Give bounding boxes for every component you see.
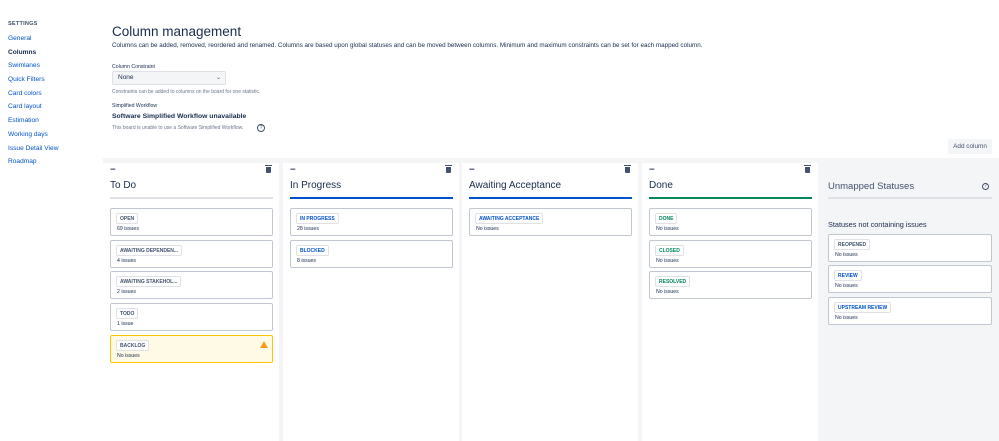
status-card-awaiting-stakeholder[interactable]: AWAITING STAKEHOL... 2 issues xyxy=(110,271,273,299)
unmapped-statuses-column: Unmapped Statuses ? Statuses not contain… xyxy=(820,163,996,441)
status-card-resolved[interactable]: RESOLVED No issues xyxy=(649,271,812,299)
column-status-bar xyxy=(469,197,632,199)
sidebar-item-card-layout[interactable]: Card layout xyxy=(8,100,98,114)
issue-count: No issues xyxy=(117,353,140,359)
drag-handle-icon[interactable]: ▪▪▪▪ xyxy=(649,167,654,173)
chevron-down-icon: ⌄ xyxy=(215,75,221,81)
constraint-help-text: Constraints can be added to columns on t… xyxy=(112,89,261,95)
issue-count: No issues xyxy=(656,226,679,232)
status-lozenge: REOPENED xyxy=(834,239,871,250)
issue-count: No issues xyxy=(835,315,858,321)
issue-count: No issues xyxy=(476,226,499,232)
status-card-done[interactable]: DONE No issues xyxy=(649,208,812,236)
column-constraint-label: Column Constraint xyxy=(112,64,155,70)
trash-icon[interactable] xyxy=(804,165,811,173)
status-card-backlog[interactable]: BACKLOG No issues xyxy=(110,335,273,363)
sidebar-item-general[interactable]: General xyxy=(8,32,98,46)
sidebar-item-estimation[interactable]: Estimation xyxy=(8,114,98,128)
column-in-progress[interactable]: ▪▪▪▪ In Progress IN PROGRESS 28 issues B… xyxy=(283,163,459,441)
simplified-workflow-title: Software Simplified Workflow unavailable xyxy=(112,113,247,120)
status-card-blocked[interactable]: BLOCKED 8 issues xyxy=(290,240,453,268)
column-status-bar xyxy=(828,197,992,199)
column-title[interactable]: To Do xyxy=(110,180,136,191)
drag-handle-icon[interactable]: ▪▪▪▪ xyxy=(469,167,474,173)
drag-handle-icon[interactable]: ▪▪▪▪ xyxy=(290,167,295,173)
status-lozenge: CLOSED xyxy=(655,245,684,256)
sidebar-item-columns[interactable]: Columns xyxy=(8,46,98,60)
trash-icon[interactable] xyxy=(445,165,452,173)
issue-count: No issues xyxy=(835,252,858,258)
status-lozenge: TODO xyxy=(116,308,139,319)
status-lozenge: RESOLVED xyxy=(655,276,691,287)
column-title[interactable]: In Progress xyxy=(290,180,341,191)
issue-count: No issues xyxy=(656,258,679,264)
status-card-upstream-review[interactable]: UPSTREAM REVIEW No issues xyxy=(828,297,992,325)
trash-icon[interactable] xyxy=(624,165,631,173)
sidebar-item-quick-filters[interactable]: Quick Filters xyxy=(8,73,98,87)
drag-handle-icon[interactable]: ▪▪▪▪ xyxy=(110,167,115,173)
sidebar-item-card-colors[interactable]: Card colors xyxy=(8,87,98,101)
status-card-open[interactable]: OPEN 69 issues xyxy=(110,208,273,236)
status-lozenge: UPSTREAM REVIEW xyxy=(834,302,892,313)
help-icon[interactable]: ? xyxy=(982,183,989,190)
unmapped-title: Unmapped Statuses xyxy=(828,181,915,192)
status-lozenge: AWAITING ACCEPTANCE xyxy=(475,213,544,224)
status-card-awaiting-acceptance[interactable]: AWAITING ACCEPTANCE No issues xyxy=(469,208,632,236)
issue-count: No issues xyxy=(656,289,679,295)
add-column-button[interactable]: Add column xyxy=(948,139,992,154)
column-awaiting-acceptance[interactable]: ▪▪▪▪ Awaiting Acceptance AWAITING ACCEPT… xyxy=(462,163,638,441)
issue-count: 2 issues xyxy=(117,289,137,295)
sidebar-item-roadmap[interactable]: Roadmap xyxy=(8,155,98,169)
status-lozenge: BACKLOG xyxy=(116,340,150,351)
status-lozenge: REVIEW xyxy=(834,270,862,281)
status-lozenge: AWAITING DEPENDEN... xyxy=(116,245,183,256)
trash-icon[interactable] xyxy=(265,165,272,173)
status-card-todo[interactable]: TODO 1 issue xyxy=(110,303,273,331)
status-card-awaiting-dependency[interactable]: AWAITING DEPENDEN... 4 issues xyxy=(110,240,273,268)
status-card-review[interactable]: REVIEW No issues xyxy=(828,265,992,293)
status-card-closed[interactable]: CLOSED No issues xyxy=(649,240,812,268)
column-done[interactable]: ▪▪▪▪ Done DONE No issues CLOSED No issue… xyxy=(642,163,818,441)
settings-sidebar: SETTINGS General Columns Swimlanes Quick… xyxy=(8,21,98,169)
column-constraint-value: None xyxy=(118,74,134,81)
column-constraint-select[interactable]: None ⌄ xyxy=(112,71,226,85)
issue-count: 28 issues xyxy=(297,226,319,232)
column-title[interactable]: Done xyxy=(649,180,673,191)
unmapped-subtitle: Statuses not containing issues xyxy=(828,220,927,229)
simplified-workflow-label: Simplified Workflow xyxy=(112,103,158,109)
issue-count: 4 issues xyxy=(117,258,137,264)
status-card-in-progress[interactable]: IN PROGRESS 28 issues xyxy=(290,208,453,236)
column-title[interactable]: Awaiting Acceptance xyxy=(469,180,561,191)
page-title: Column management xyxy=(112,24,242,39)
warning-icon xyxy=(260,341,268,348)
status-lozenge: OPEN xyxy=(116,213,139,224)
status-lozenge: BLOCKED xyxy=(296,245,329,256)
column-todo[interactable]: ▪▪▪▪ To Do OPEN 69 issues AWAITING DEPEN… xyxy=(103,163,279,441)
page-description: Columns can be added, removed, reordered… xyxy=(112,42,703,49)
sidebar-item-working-days[interactable]: Working days xyxy=(8,128,98,142)
issue-count: 8 issues xyxy=(297,258,317,264)
sidebar-heading: SETTINGS xyxy=(8,21,38,27)
column-status-bar xyxy=(649,197,812,199)
status-lozenge: IN PROGRESS xyxy=(296,213,339,224)
simplified-workflow-help: This board is unable to use a Software S… xyxy=(112,125,244,131)
help-icon[interactable]: ? xyxy=(257,124,265,132)
sidebar-item-swimlanes[interactable]: Swimlanes xyxy=(8,59,98,73)
column-status-bar xyxy=(110,197,273,199)
status-card-reopened[interactable]: REOPENED No issues xyxy=(828,234,992,262)
sidebar-item-issue-detail-view[interactable]: Issue Detail View xyxy=(8,142,98,156)
issue-count: 1 issue xyxy=(117,321,134,327)
status-lozenge: DONE xyxy=(655,213,678,224)
issue-count: No issues xyxy=(835,283,858,289)
column-status-bar xyxy=(290,197,453,199)
issue-count: 69 issues xyxy=(117,226,139,232)
status-lozenge: AWAITING STAKEHOL... xyxy=(116,276,182,287)
